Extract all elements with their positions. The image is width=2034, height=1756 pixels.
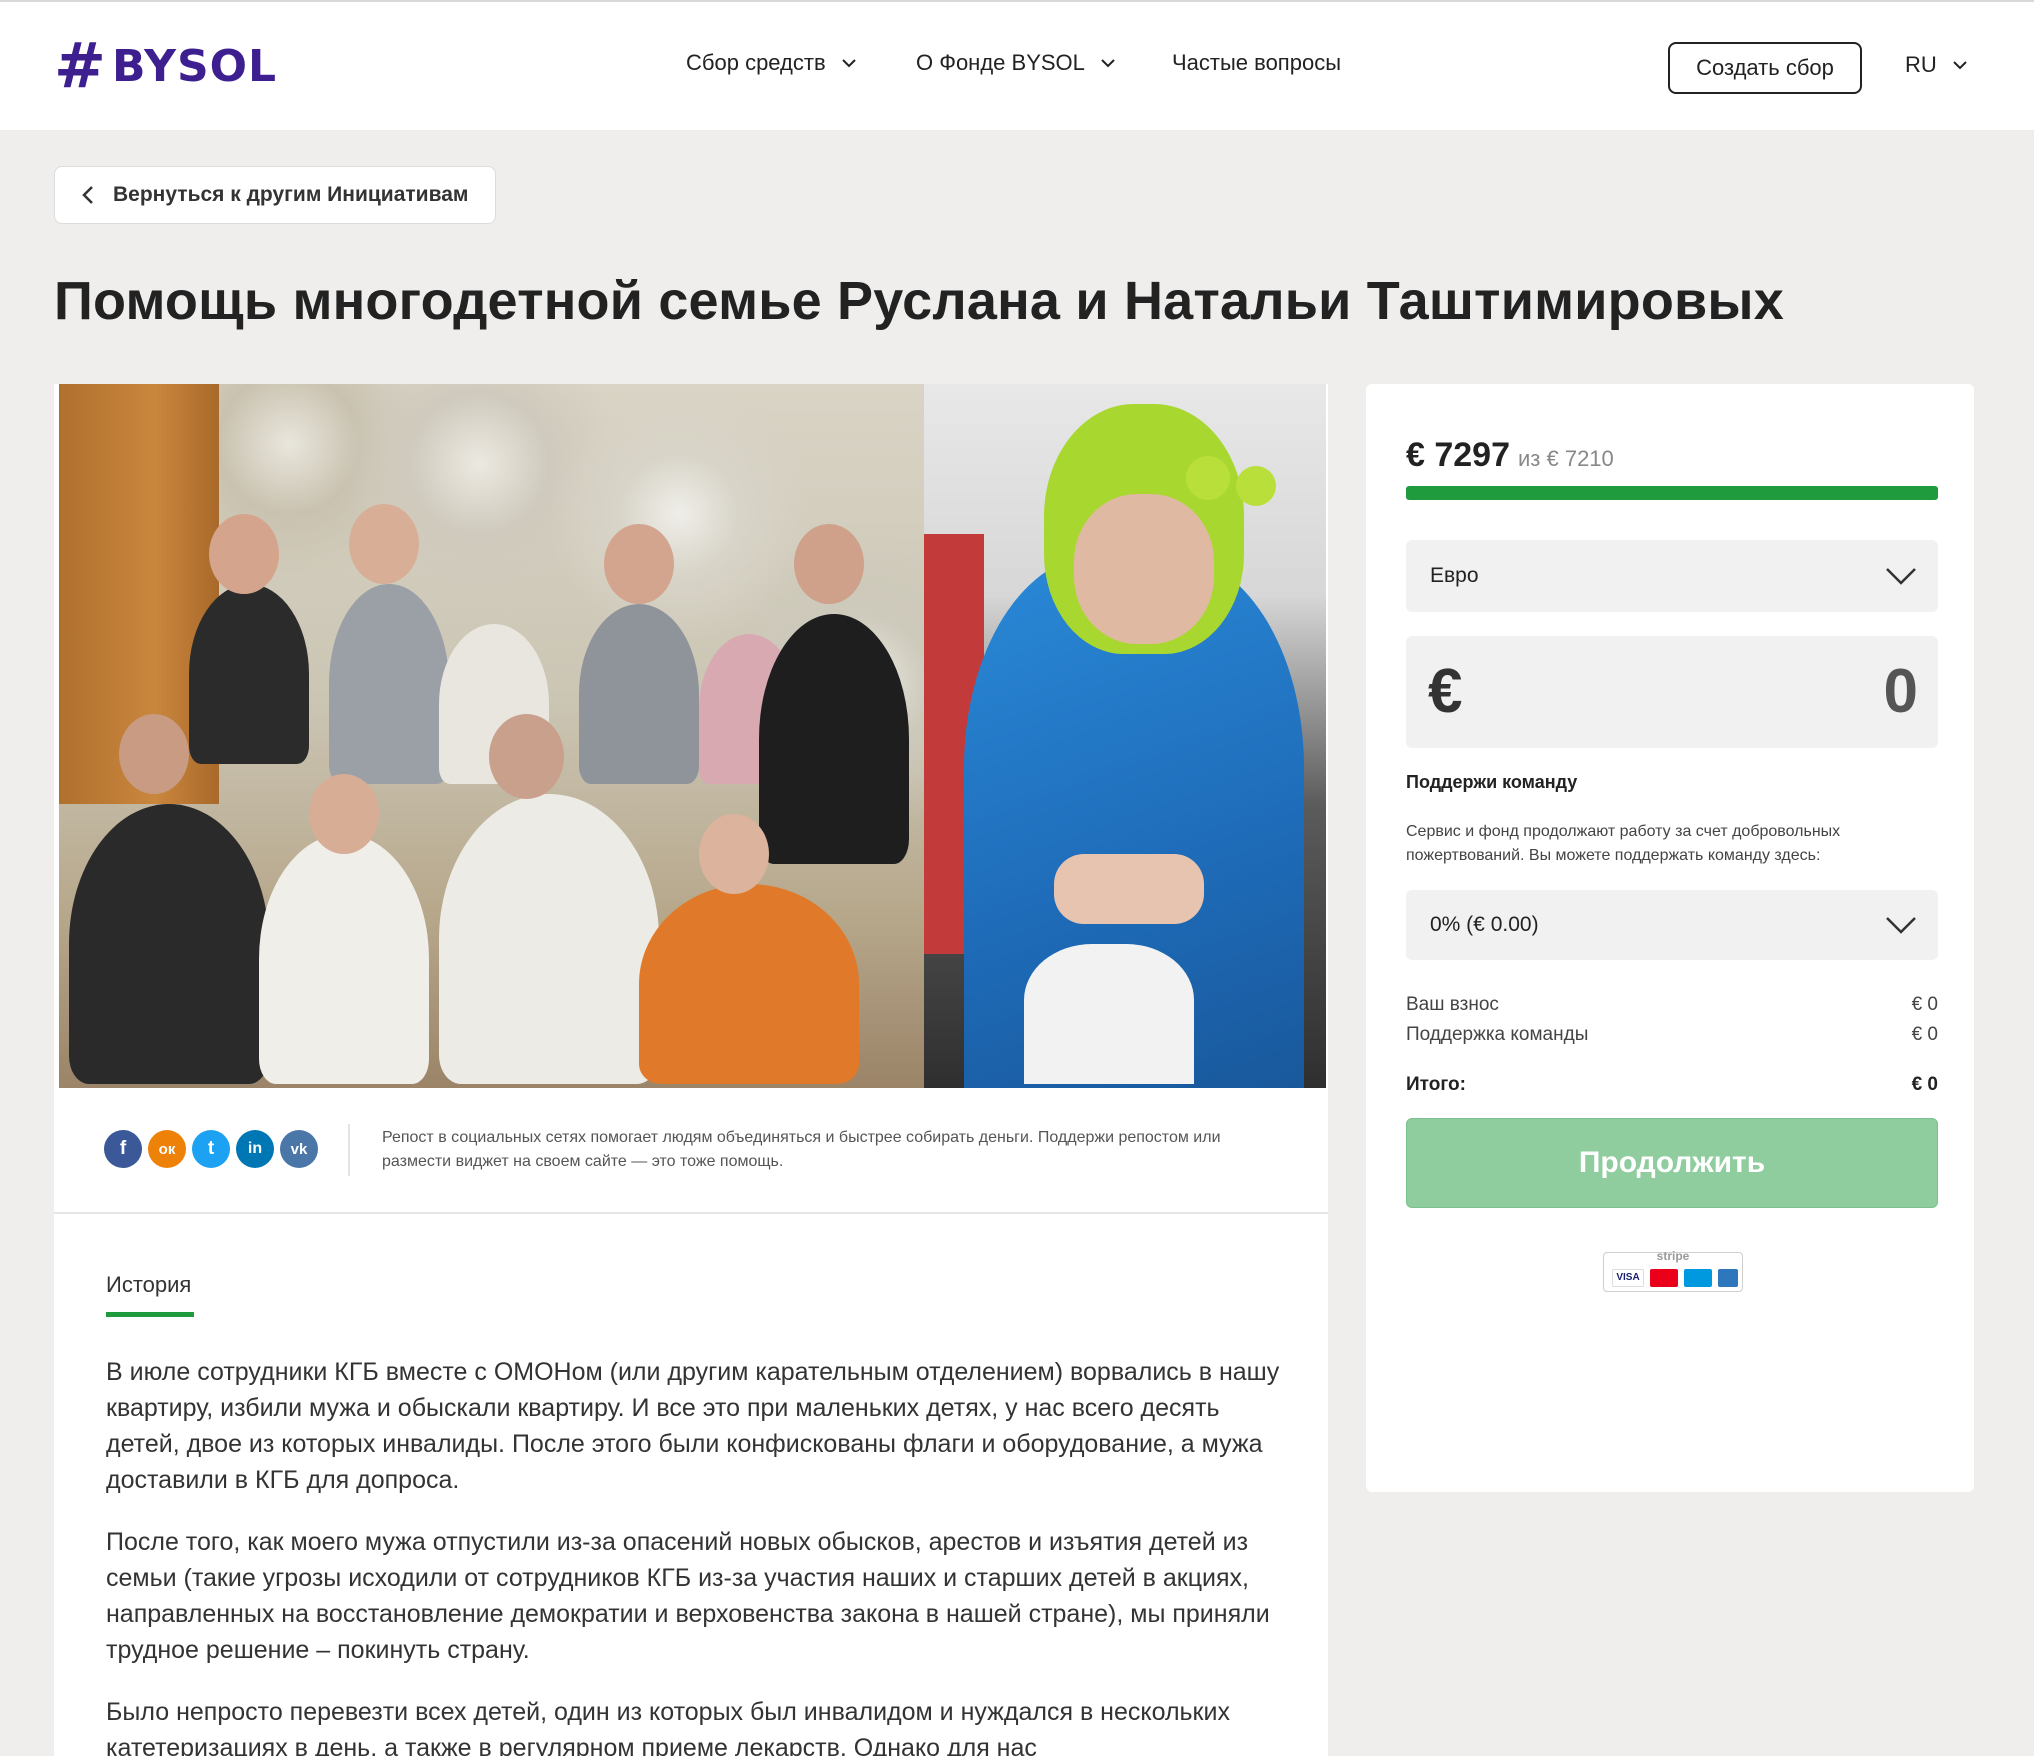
amex-icon — [1718, 1269, 1738, 1287]
back-button[interactable]: Вернуться к другим Инициативам — [54, 166, 496, 224]
summary-row-contribution: Ваш взнос € 0 — [1406, 994, 1938, 1015]
story-paragraph: После того, как моего мужа отпустили из-… — [106, 1528, 1270, 1664]
story-text: В июле сотрудники КГБ вместе с ОМОНом (и… — [106, 1354, 1286, 1756]
chevron-left-icon — [82, 186, 93, 204]
share-description: Репост в социальных сетях помогает людям… — [382, 1129, 1221, 1170]
initiative-card: f ок t in vk Репост в социальных сетях п… — [54, 384, 1328, 1756]
child-photo — [924, 384, 1326, 1088]
summary-row-team-support: Поддержка команды € 0 — [1406, 1024, 1938, 1045]
tab-history[interactable]: История — [106, 1272, 191, 1298]
mastercard-icon — [1650, 1269, 1678, 1287]
facebook-icon[interactable]: f — [104, 1130, 142, 1168]
linkedin-icon[interactable]: in — [236, 1130, 274, 1168]
currency-value: Евро — [1430, 564, 1479, 587]
create-fundraiser-button[interactable]: Создать сбор — [1668, 42, 1862, 94]
chevron-down-icon — [841, 59, 856, 68]
progress-fill — [1406, 486, 1938, 500]
nav-item-faq[interactable]: Частые вопросы — [1172, 50, 1341, 76]
progress-bar — [1406, 486, 1938, 500]
odnoklassniki-icon[interactable]: ок — [148, 1130, 186, 1168]
summary-row-total: Итого: € 0 — [1406, 1074, 1938, 1095]
visa-icon: VISA — [1612, 1269, 1644, 1287]
currency-symbol: € — [1428, 657, 1463, 726]
divider — [348, 1124, 350, 1176]
raised-amount: € 7297 из € 7210 — [1406, 436, 1614, 475]
currency-select[interactable]: Евро — [1406, 540, 1938, 612]
nav-label: О Фонде BYSOL — [916, 50, 1085, 75]
chevron-down-icon — [1101, 59, 1115, 68]
story-paragraph: Было непросто перевезти всех детей, один… — [106, 1698, 1230, 1756]
support-team-title: Поддержи команду — [1406, 772, 1578, 792]
story-paragraph: В июле сотрудники КГБ вместе с ОМОНом (и… — [106, 1358, 1280, 1494]
language-label: RU — [1905, 52, 1937, 77]
family-photo — [59, 384, 924, 1088]
nav-item-about[interactable]: О Фонде BYSOL — [916, 50, 1115, 76]
nav-item-fundraising[interactable]: Сбор средств — [686, 50, 856, 76]
raised-value: € 7297 — [1406, 436, 1510, 474]
chevron-down-icon — [1886, 568, 1916, 585]
page-title: Помощь многодетной семье Руслана и Натал… — [54, 271, 1784, 331]
back-label: Вернуться к другим Инициативам — [113, 183, 469, 206]
amount-input[interactable]: € 0 — [1406, 636, 1938, 748]
donation-panel: € 7297 из € 7210 Евро € 0 Поддержи коман… — [1366, 384, 1974, 1492]
stripe-payment-badge: stripe VISA — [1603, 1249, 1743, 1292]
site-header: # BYSOL Сбор средств О Фонде BYSOL Часты… — [0, 2, 2034, 130]
tip-value: 0% (€ 0.00) — [1430, 913, 1539, 936]
share-row: f ок t in vk Репост в социальных сетях п… — [54, 1088, 1328, 1214]
tip-select[interactable]: 0% (€ 0.00) — [1406, 890, 1938, 960]
amount-value[interactable]: 0 — [1884, 656, 1918, 727]
bysol-logo[interactable]: # BYSOL — [54, 29, 278, 102]
continue-button[interactable]: Продолжить — [1406, 1118, 1938, 1208]
chevron-down-icon — [1953, 61, 1967, 70]
support-team-description: Сервис и фонд продолжают работу за счет … — [1406, 823, 1841, 864]
language-selector[interactable]: RU — [1905, 52, 1967, 78]
nav-label: Сбор средств — [686, 50, 826, 75]
logo-text: BYSOL — [111, 40, 278, 92]
maestro-icon — [1684, 1269, 1712, 1287]
initiative-photo — [59, 384, 1326, 1088]
twitter-icon[interactable]: t — [192, 1130, 230, 1168]
chevron-down-icon — [1886, 917, 1916, 934]
tab-active-indicator — [106, 1312, 194, 1317]
nav-label: Частые вопросы — [1172, 50, 1342, 75]
logo-hash: # — [54, 29, 106, 102]
goal-value: из € 7210 — [1518, 446, 1614, 471]
vk-icon[interactable]: vk — [280, 1130, 318, 1168]
